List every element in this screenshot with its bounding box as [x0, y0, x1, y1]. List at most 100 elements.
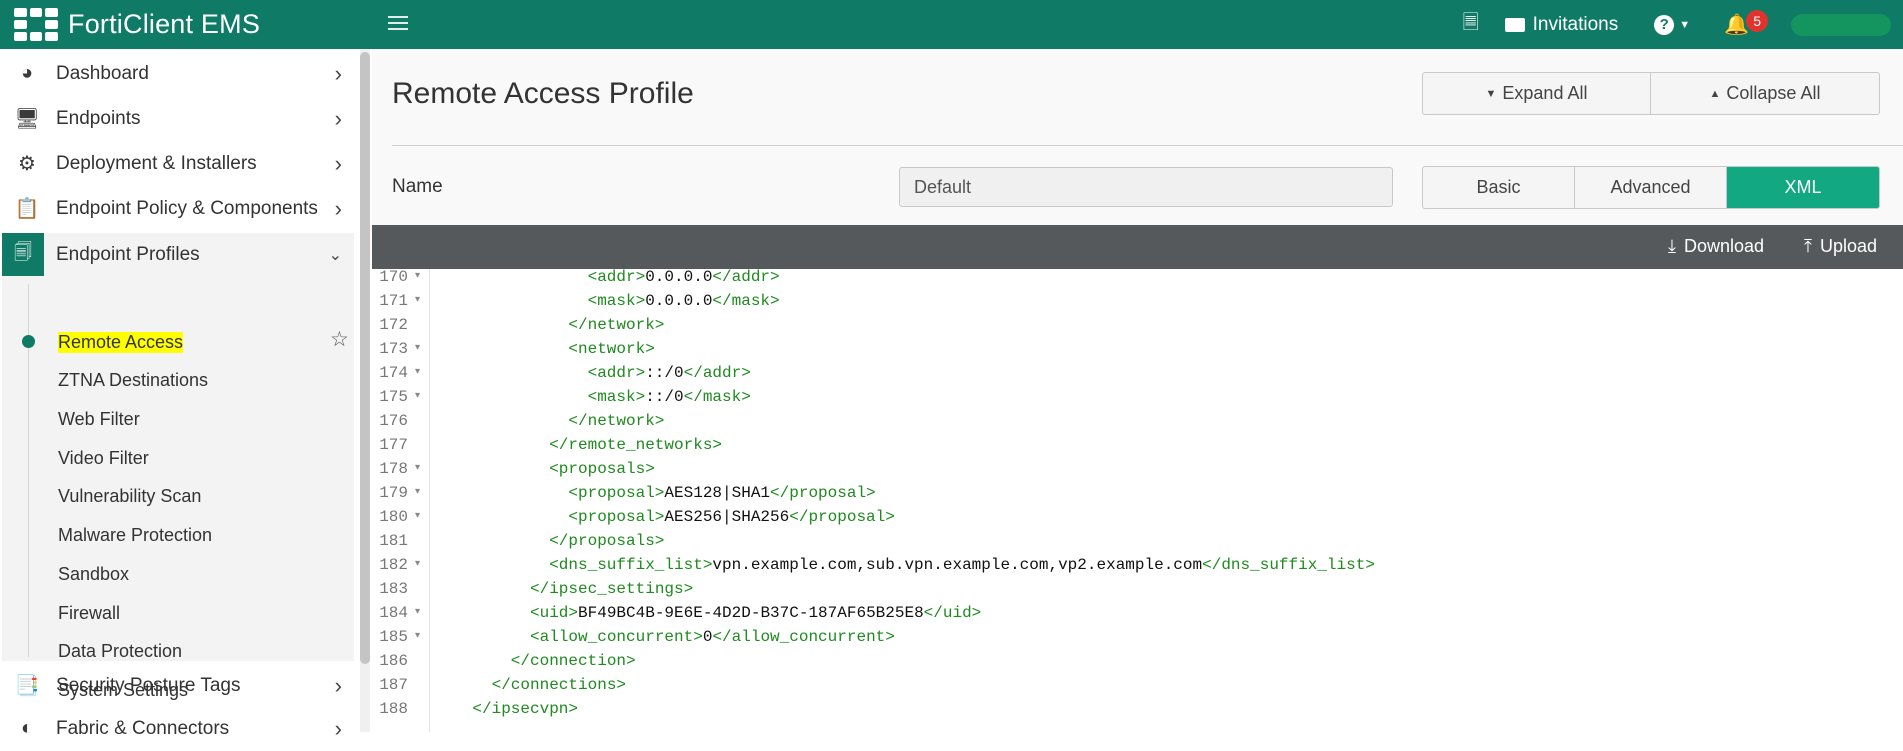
- profile-name-input[interactable]: [899, 167, 1393, 207]
- sidebar-subitem-web-filter[interactable]: Web Filter: [58, 400, 140, 438]
- upload-button[interactable]: ⤒ Upload: [1804, 236, 1877, 257]
- sidebar-subitem-sandbox[interactable]: Sandbox: [58, 555, 129, 593]
- fold-toggle-icon[interactable]: ▾: [415, 553, 420, 577]
- sidebar-item-endpoint-policy[interactable]: 📋 Endpoint Policy & Components ›: [0, 186, 354, 231]
- header-divider: [392, 145, 1903, 146]
- xml-tag: </mask>: [712, 292, 780, 310]
- brand[interactable]: FortiClient EMS: [14, 7, 261, 42]
- tab-basic[interactable]: Basic: [1423, 167, 1575, 208]
- code-text: </ipsecvpn>: [472, 697, 578, 721]
- upload-label: Upload: [1819, 236, 1878, 256]
- expand-all-button[interactable]: ▼ Expand All: [1423, 73, 1651, 114]
- invitations-label: Invitations: [1532, 13, 1619, 35]
- sidebar-item-deployment[interactable]: ⚙ Deployment & Installers ›: [0, 141, 354, 186]
- code-line: 170 ▾ <addr>0.0.0.0</addr>: [372, 269, 1903, 289]
- line-number: 180: [379, 508, 408, 526]
- xml-value: 0.0.0.0: [645, 269, 713, 286]
- sidebar-subitem-label: Sandbox: [58, 563, 130, 584]
- gear-icon: ⚙: [18, 153, 36, 175]
- sidebar-subitem-remote-access[interactable]: Remote Access: [58, 323, 184, 361]
- tab-xml[interactable]: XML: [1727, 167, 1879, 208]
- collapse-all-button[interactable]: ▲ Collapse All: [1651, 73, 1879, 114]
- console-user-icon[interactable]: 🗏: [1463, 8, 1479, 42]
- code-text: <mask>::/0</mask>: [588, 385, 751, 409]
- line-number: 178: [379, 460, 408, 478]
- xml-toolbar: ⤓ Download ⤒ Upload: [372, 225, 1903, 269]
- code-line: 186 </connection>: [372, 649, 1903, 673]
- sidebar-item-dashboard[interactable]: ◕ Dashboard ›: [0, 51, 354, 96]
- code-text: </connections>: [492, 673, 626, 697]
- profiles-icon: 🗐: [2, 233, 44, 276]
- code-text: <addr>::/0</addr>: [588, 361, 751, 385]
- code-line: 188 </ipsecvpn>: [372, 697, 1903, 721]
- sidebar-item-fabric-connectors[interactable]: ◐ Fabric & Connectors ›: [0, 706, 354, 751]
- sidebar-subitem-firewall[interactable]: Firewall: [58, 594, 120, 632]
- sidebar-item-label: Fabric & Connectors: [56, 717, 230, 739]
- collapse-all-label: Collapse All: [1726, 83, 1821, 103]
- fold-toggle-icon[interactable]: ▾: [415, 601, 420, 625]
- notifications-button[interactable]: 🔔 5: [1724, 10, 1769, 37]
- sidebar-item-label: Deployment & Installers: [56, 152, 257, 174]
- fold-toggle-icon[interactable]: ▾: [415, 269, 420, 289]
- code-text: </proposals>: [549, 529, 664, 553]
- favorite-star-icon[interactable]: ☆: [330, 327, 349, 352]
- xml-value: ::/0: [645, 364, 684, 382]
- caret-up-icon: ▲: [1709, 87, 1721, 100]
- line-number: 181: [379, 532, 408, 550]
- sidebar-subitem-label: Data Protection: [58, 640, 183, 661]
- xml-tag: </proposals>: [549, 532, 665, 550]
- chevron-down-icon: ▼: [1679, 18, 1691, 31]
- menu-toggle-icon[interactable]: [388, 12, 408, 34]
- xml-code-editor[interactable]: 170 ▾ <addr>0.0.0.0</addr> 171 ▾ <mask>0.0.0.…: [372, 269, 1903, 732]
- fortinet-logo-icon: [14, 7, 58, 42]
- sidebar-item-endpoint-profiles[interactable]: 🗐 Endpoint Profiles ⌄: [0, 232, 354, 277]
- user-menu-button[interactable]: [1791, 13, 1891, 36]
- endpoint-profiles-group: [2, 233, 354, 661]
- xml-tag: </uid>: [923, 604, 982, 622]
- fold-toggle-icon[interactable]: ▾: [415, 361, 420, 385]
- fold-toggle-icon[interactable]: ▾: [415, 385, 420, 409]
- fold-toggle-icon[interactable]: ▾: [415, 505, 420, 529]
- sidebar-scrollbar-thumb[interactable]: [360, 52, 370, 664]
- line-number: 170: [379, 269, 408, 286]
- tab-advanced[interactable]: Advanced: [1575, 167, 1727, 208]
- sidebar-item-endpoints[interactable]: 🖥 Endpoints ›: [0, 96, 354, 141]
- invitations-button[interactable]: Invitations: [1504, 13, 1619, 36]
- sidebar-item-security-posture-tags[interactable]: 📑 Security Posture Tags ›: [0, 663, 354, 708]
- code-text: <proposals>: [549, 457, 655, 481]
- code-line: 175 ▾ <mask>::/0</mask>: [372, 385, 1903, 409]
- sidebar-subitem-malware-protection[interactable]: Malware Protection: [58, 516, 212, 554]
- code-line: 187 </connections>: [372, 673, 1903, 697]
- xml-value: vpn.example.com,sub.vpn.example.com,vp2.…: [712, 556, 1203, 574]
- sidebar-subitem-ztna-destinations[interactable]: ZTNA Destinations: [58, 361, 208, 399]
- app-title: FortiClient EMS: [68, 9, 261, 39]
- bell-icon: 🔔: [1724, 14, 1749, 36]
- line-number: 176: [379, 412, 408, 430]
- line-number: 174: [379, 364, 408, 382]
- sidebar-subitem-label: Firewall: [58, 602, 121, 623]
- line-number: 177: [379, 436, 408, 454]
- fold-toggle-icon[interactable]: ▾: [415, 481, 420, 505]
- xml-value: 0: [702, 628, 713, 646]
- chevron-right-icon: ›: [334, 60, 342, 86]
- fold-toggle-icon[interactable]: ▾: [415, 625, 420, 649]
- fabric-icon: ◐: [20, 717, 34, 739]
- fold-toggle-icon[interactable]: ▾: [415, 457, 420, 481]
- fold-toggle-icon[interactable]: ▾: [415, 337, 420, 361]
- help-menu-button[interactable]: ? ▼: [1654, 14, 1691, 35]
- line-number: 182: [379, 556, 408, 574]
- xml-tag: </remote_networks>: [549, 436, 723, 454]
- endpoints-device-icon: 🖥: [14, 108, 40, 130]
- xml-tag: </ipsec_settings>: [530, 580, 694, 598]
- sidebar-subitem-label: Remote Access: [58, 331, 184, 353]
- download-button[interactable]: ⤓ Download: [1668, 236, 1764, 257]
- sidebar-subitem-video-filter[interactable]: Video Filter: [58, 439, 149, 477]
- fold-toggle-icon[interactable]: ▾: [415, 289, 420, 313]
- sidebar-subitem-vulnerability-scan[interactable]: Vulnerability Scan: [58, 477, 201, 515]
- help-icon: ?: [1654, 14, 1675, 35]
- code-text: <network>: [568, 337, 654, 361]
- code-line: 177 </remote_networks>: [372, 433, 1903, 457]
- xml-tag: </addr>: [683, 364, 751, 382]
- xml-tag: </network>: [568, 316, 665, 334]
- policy-document-icon: 📋: [14, 198, 40, 220]
